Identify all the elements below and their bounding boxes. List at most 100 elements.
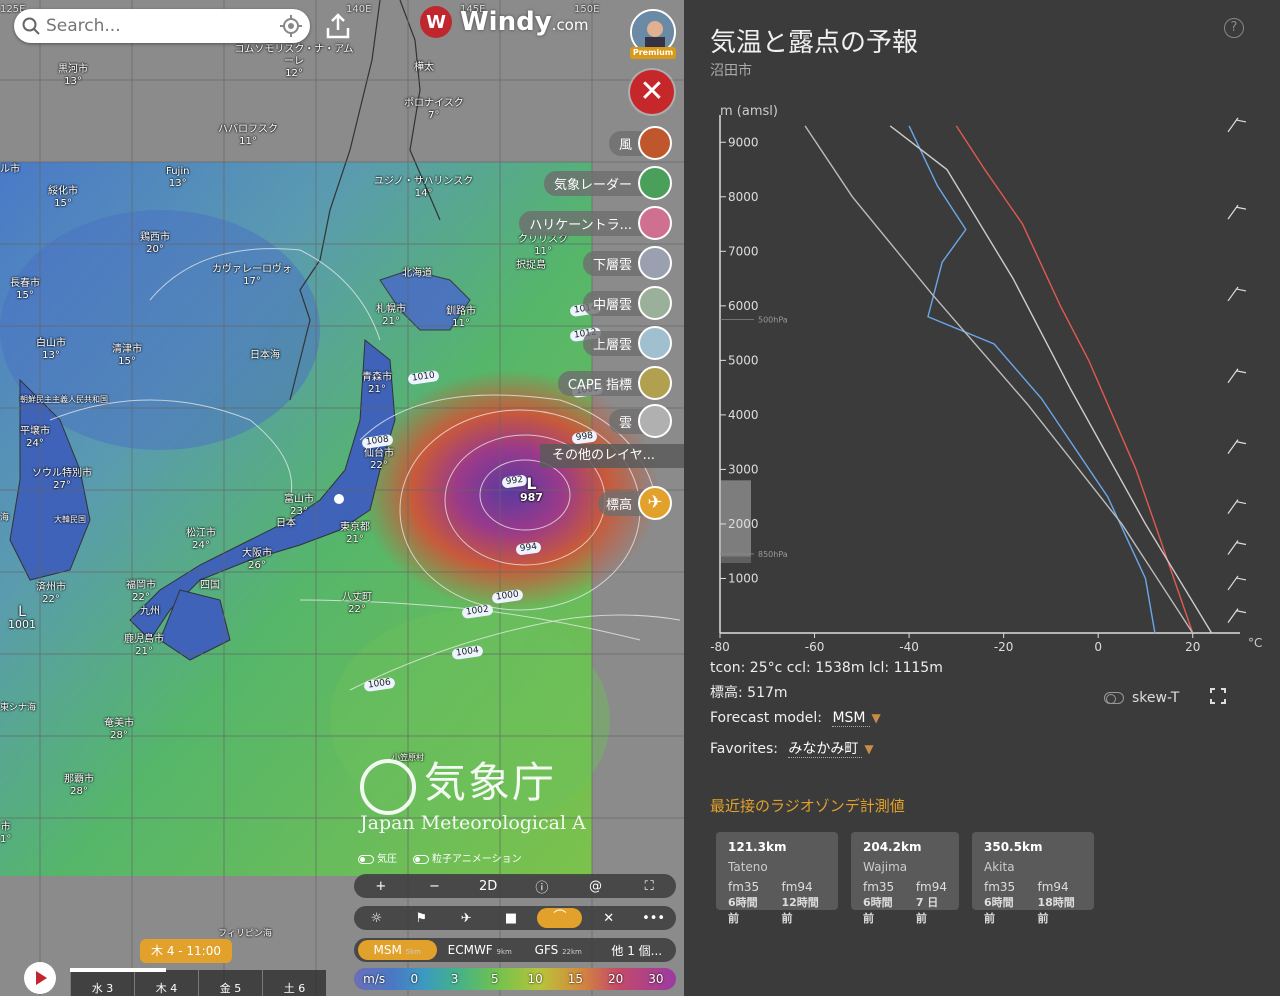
layer-hurricane[interactable]: ハリケーントラ... xyxy=(519,206,672,240)
scale-value: 3 xyxy=(450,972,459,986)
search-input[interactable] xyxy=(46,16,280,36)
chevron-down-icon[interactable]: ▼ xyxy=(872,711,881,725)
city-label: 東京都 21° xyxy=(340,522,370,545)
play-button[interactable] xyxy=(24,962,56,994)
layer-cloud[interactable]: 雲 xyxy=(608,404,672,438)
close-icon: ✕ xyxy=(639,74,665,109)
city-label: 福岡市 22° xyxy=(126,580,156,603)
city-label: 綏化市 15° xyxy=(48,186,78,209)
camera-icon[interactable]: ■ xyxy=(489,911,534,926)
sounding-series-line xyxy=(804,125,1194,634)
hurricane-layer-icon xyxy=(638,206,672,240)
x-axis-label: °C xyxy=(1248,636,1262,650)
current-time-bubble[interactable]: 木 4 - 11:00 xyxy=(140,939,232,963)
share-button[interactable] xyxy=(322,10,354,42)
help-icon[interactable]: ? xyxy=(1224,18,1244,38)
model-ecmwf[interactable]: ECMWF 9km xyxy=(441,943,520,957)
search-box[interactable] xyxy=(14,9,310,43)
wind-barb-icon xyxy=(1227,439,1247,454)
favorites-select[interactable]: みなかみ町 xyxy=(788,741,863,758)
wind-scale: m/s 0 3 5 10 15 20 30 xyxy=(354,968,676,990)
close-button[interactable]: ✕ xyxy=(630,70,674,114)
more-layers-button[interactable]: その他のレイヤ... xyxy=(540,444,684,468)
weather-map[interactable]: 125E 140E 145E 150E 黒河市 13° コムソモリスク・ナ・アムー… xyxy=(0,0,684,996)
layer-low-cloud[interactable]: 下層雲 xyxy=(582,246,672,280)
scale-value: 5 xyxy=(491,972,499,986)
weather-icon[interactable]: ☼ xyxy=(354,911,399,926)
sounding-series-line xyxy=(908,125,1156,634)
city-label: 市 1° xyxy=(0,822,12,845)
paraglide-icon[interactable]: ⌒ xyxy=(537,908,583,928)
pressure-toggle[interactable]: 気圧 xyxy=(358,850,397,865)
model-more[interactable]: 他 1 個... xyxy=(598,942,677,959)
close-overlay-icon[interactable]: ✕ xyxy=(586,911,631,926)
low-pressure-center: L 987 xyxy=(520,474,543,504)
timeline-day[interactable]: 金 5 xyxy=(198,970,262,996)
sonde-fm35[interactable]: fm35 6時間前 xyxy=(863,880,900,926)
model-msm[interactable]: MSM 5km xyxy=(358,940,437,960)
forecast-model-select[interactable]: MSM xyxy=(832,710,870,727)
sonde-fm94[interactable]: fm94 12時間前 xyxy=(781,880,826,926)
sonde-fm35[interactable]: fm35 6時間前 xyxy=(728,880,765,926)
toggle-switch-icon xyxy=(1104,692,1124,704)
timeline-day[interactable]: 木 4 xyxy=(134,970,198,996)
pressure-mark-label: 850hPa xyxy=(758,550,788,559)
city-label: 白山市 13° xyxy=(36,338,66,361)
terrain-block xyxy=(721,556,751,563)
particles-toggle[interactable]: 粒子アニメーション xyxy=(413,850,522,865)
airport-icon[interactable]: ✈ xyxy=(444,911,489,926)
city-label: 黒河市 13° xyxy=(58,64,88,87)
sonde-card[interactable]: 350.5km Akita fm35 6時間前 fm94 18時間前 xyxy=(972,832,1094,925)
layer-radar[interactable]: 気象レーダー xyxy=(543,166,672,200)
fullscreen-icon[interactable]: ⛶ xyxy=(622,879,676,894)
city-label: 八丈町 22° xyxy=(342,592,372,615)
zoom-in-button[interactable]: + xyxy=(354,879,408,894)
x-tick-label: -60 xyxy=(805,640,825,654)
city-label: 平壌市 24° xyxy=(20,426,50,449)
y-tick-label: 6000 xyxy=(728,299,759,313)
sounding-series-line xyxy=(889,125,1213,634)
city-label: 九州 xyxy=(140,606,160,617)
layer-cape[interactable]: CAPE 指標 xyxy=(557,366,672,400)
sonde-fm94[interactable]: fm94 18時間前 xyxy=(1037,880,1082,926)
info-icon[interactable]: ⓘ xyxy=(515,877,569,896)
zoom-out-button[interactable]: − xyxy=(408,879,462,894)
flag-icon[interactable]: ⚑ xyxy=(399,911,444,926)
locate-icon[interactable] xyxy=(280,15,302,37)
timeline-day[interactable]: 水 3 xyxy=(70,970,134,996)
sonde-fm94[interactable]: fm94 7 日前 xyxy=(916,880,947,926)
city-label: 札幌市 21° xyxy=(376,304,406,327)
layer-mid-cloud[interactable]: 中層雲 xyxy=(582,286,672,320)
skewt-toggle[interactable]: skew-T xyxy=(1104,690,1179,706)
y-tick-label: 3000 xyxy=(728,462,759,476)
chevron-down-icon[interactable]: ▼ xyxy=(864,742,873,756)
wind-barb-icon xyxy=(1227,608,1247,623)
selected-location-marker[interactable] xyxy=(334,494,344,504)
y-tick-label: 9000 xyxy=(728,135,759,149)
hurricane-icon[interactable]: @ xyxy=(569,879,623,894)
layer-wind[interactable]: 風 xyxy=(608,126,672,160)
more-icon[interactable]: ••• xyxy=(631,911,676,926)
timeline[interactable]: 水 3 木 4 金 5 土 6 xyxy=(70,970,326,996)
jma-logo-icon xyxy=(360,759,416,815)
y-tick-label: 8000 xyxy=(728,190,759,204)
sonde-card[interactable]: 204.2km Wajima fm35 6時間前 fm94 7 日前 xyxy=(851,832,959,925)
scale-value: 30 xyxy=(648,972,664,986)
cloud-layer-icon xyxy=(638,404,672,438)
layer-high-cloud[interactable]: 上層雲 xyxy=(582,326,672,360)
y-axis-label: m (amsl) xyxy=(720,104,778,119)
city-label: 朝鮮民主主義人民共和国 xyxy=(20,395,108,404)
windy-logo[interactable]: W Windy.com xyxy=(420,6,588,38)
wind-layer-icon xyxy=(638,126,672,160)
sonde-card[interactable]: 121.3km Tateno fm35 6時間前 fm94 12時間前 xyxy=(716,832,838,925)
sounding-chart[interactable]: m (amsl) °C 1000 2000 3000 4000 5000 6000 7000 80… xyxy=(684,95,1280,655)
timeline-progress xyxy=(70,968,166,972)
timeline-day[interactable]: 土 6 xyxy=(262,970,326,996)
sonde-fm35[interactable]: fm35 6時間前 xyxy=(984,880,1021,926)
view-2d-button[interactable]: 2D xyxy=(461,879,515,894)
elevation-layer-button[interactable]: 標高 ✈ xyxy=(597,485,672,521)
mid-cloud-layer-icon xyxy=(638,286,672,320)
model-gfs[interactable]: GFS 22km xyxy=(519,943,598,957)
scale-unit: m/s xyxy=(363,972,386,986)
expand-icon[interactable] xyxy=(1210,688,1226,704)
